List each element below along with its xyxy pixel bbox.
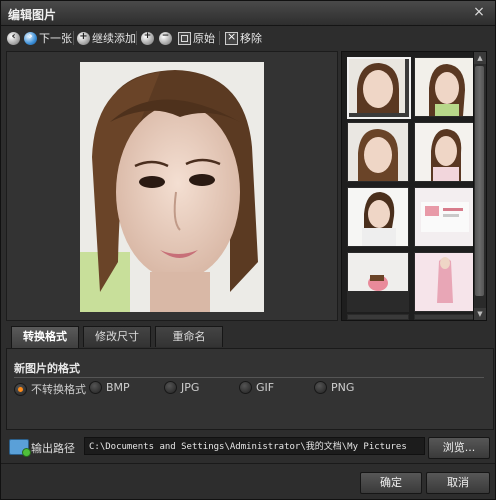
format-panel: 新图片的格式 不转换格式 BMP JPG GIF PNG bbox=[6, 348, 494, 430]
original-label: 原始 bbox=[193, 32, 215, 45]
add-label: 继续添加 bbox=[92, 32, 136, 45]
add-icon bbox=[77, 31, 90, 45]
radio-icon bbox=[314, 381, 327, 394]
remove-button[interactable]: 移除 bbox=[225, 29, 262, 47]
format-section-title: 新图片的格式 bbox=[14, 362, 80, 375]
thumbnail-item[interactable] bbox=[347, 252, 409, 312]
radio-icon bbox=[164, 381, 177, 394]
image-preview-area bbox=[6, 51, 338, 321]
remove-icon bbox=[225, 30, 238, 45]
close-button[interactable]: × bbox=[471, 4, 487, 20]
tab-convert-format[interactable]: 转换格式 bbox=[11, 326, 79, 349]
radio-icon bbox=[89, 381, 102, 394]
thumbnail-item[interactable] bbox=[414, 252, 476, 312]
footer-divider bbox=[1, 463, 495, 464]
previous-button[interactable] bbox=[7, 29, 20, 47]
original-size-icon bbox=[178, 31, 191, 45]
output-path-label: 输出路径 bbox=[31, 442, 75, 455]
scrollbar-thumb[interactable] bbox=[475, 66, 484, 296]
title-bar: 编辑图片 × bbox=[1, 1, 495, 26]
edit-image-dialog: 编辑图片 × 下一张 继续添加 原始 移除 bbox=[0, 0, 496, 500]
thumbnail-item[interactable] bbox=[414, 57, 476, 117]
thumbnail-item[interactable] bbox=[347, 57, 411, 119]
radio-label: 不转换格式 bbox=[31, 383, 86, 396]
radio-label: GIF bbox=[256, 381, 275, 394]
next-button[interactable]: 下一张 bbox=[24, 29, 72, 47]
radio-label: BMP bbox=[106, 381, 130, 394]
remove-label: 移除 bbox=[240, 32, 262, 45]
radio-jpg[interactable]: JPG bbox=[164, 381, 199, 394]
window-title: 编辑图片 bbox=[8, 8, 57, 22]
zoom-in-button[interactable] bbox=[141, 29, 154, 47]
zoom-out-button[interactable] bbox=[159, 29, 172, 47]
thumbnail-item[interactable] bbox=[347, 122, 409, 182]
cancel-button[interactable]: 取消 bbox=[426, 472, 490, 494]
folder-icon bbox=[9, 439, 31, 457]
radio-png[interactable]: PNG bbox=[314, 381, 354, 394]
radio-selected-icon bbox=[14, 382, 27, 396]
thumbnail-item[interactable] bbox=[414, 187, 476, 247]
radio-label: PNG bbox=[331, 381, 355, 394]
previous-icon bbox=[7, 31, 20, 45]
toolbar-divider bbox=[136, 31, 137, 45]
radio-icon bbox=[239, 381, 252, 394]
output-path-field[interactable]: C:\Documents and Settings\Administrator\… bbox=[84, 437, 425, 455]
radio-label: JPG bbox=[181, 381, 200, 394]
thumbnail-item[interactable] bbox=[347, 314, 409, 320]
preview-photo bbox=[80, 62, 264, 312]
scroll-up-icon[interactable]: ▲ bbox=[474, 52, 486, 64]
zoom-out-icon bbox=[159, 31, 172, 45]
thumbnail-item[interactable] bbox=[414, 314, 476, 320]
thumbnail-item[interactable] bbox=[347, 187, 409, 247]
tab-rename[interactable]: 重命名 bbox=[155, 326, 223, 347]
original-size-button[interactable]: 原始 bbox=[178, 29, 215, 47]
radio-no-convert[interactable]: 不转换格式 bbox=[14, 381, 86, 397]
section-divider bbox=[14, 377, 484, 378]
thumbnail-item[interactable] bbox=[414, 122, 476, 182]
browse-button[interactable]: 浏览... bbox=[428, 437, 490, 459]
radio-gif[interactable]: GIF bbox=[239, 381, 274, 394]
ok-button[interactable]: 确定 bbox=[360, 472, 422, 494]
radio-bmp[interactable]: BMP bbox=[89, 381, 130, 394]
thumbnail-list: ▲ ▼ bbox=[341, 51, 487, 321]
toolbar-divider bbox=[73, 31, 74, 45]
toolbar: 下一张 继续添加 原始 移除 bbox=[1, 27, 495, 49]
zoom-in-icon bbox=[141, 31, 154, 45]
next-label: 下一张 bbox=[39, 32, 72, 45]
tab-resize[interactable]: 修改尺寸 bbox=[83, 326, 151, 347]
thumbnail-scrollbar[interactable]: ▲ ▼ bbox=[473, 52, 486, 320]
toolbar-divider bbox=[219, 31, 220, 45]
scroll-down-icon[interactable]: ▼ bbox=[474, 308, 486, 320]
add-more-button[interactable]: 继续添加 bbox=[77, 29, 136, 47]
next-icon bbox=[24, 31, 37, 45]
